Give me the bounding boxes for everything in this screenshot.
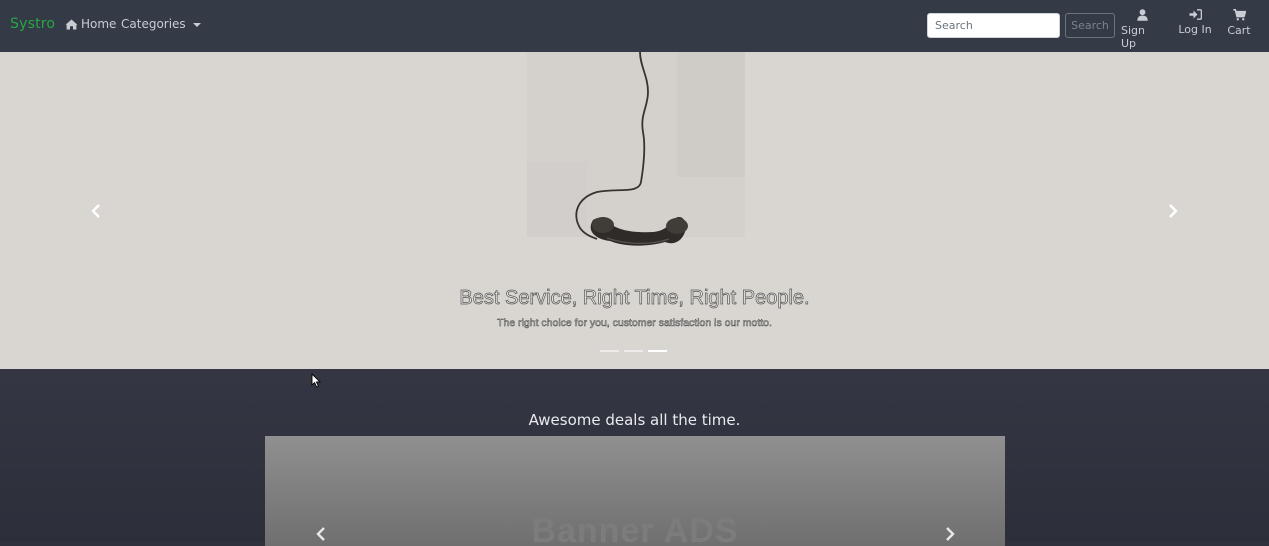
sign-up-label: Sign Up (1121, 24, 1145, 50)
carousel-next-icon[interactable] (1167, 204, 1179, 218)
mouse-cursor-icon (311, 373, 321, 388)
search-input[interactable] (927, 13, 1060, 38)
log-in-label: Log In (1178, 23, 1212, 36)
caret-down-icon (192, 22, 201, 27)
categories-label: Categories (121, 17, 186, 31)
hero-caption: The right choice for you, customer satis… (497, 317, 772, 330)
cart-link[interactable]: Cart (1226, 9, 1252, 37)
carousel-indicators (600, 350, 667, 352)
nav-home-label: Home (81, 17, 117, 31)
hero-title: Best Service, Right Time, Right People. (459, 287, 810, 310)
navbar: Systro Home Categories Search Sign Up Lo… (0, 0, 1269, 52)
banner-carousel: Banner ADS (265, 436, 1005, 546)
deals-heading: Awesome deals all the time. (528, 411, 741, 429)
banner-prev-icon[interactable] (315, 527, 327, 541)
banner-next-icon[interactable] (944, 527, 956, 541)
sign-up-link[interactable]: Sign Up (1121, 9, 1163, 50)
shopping-cart-icon (1232, 9, 1246, 21)
carousel-prev-icon[interactable] (90, 204, 102, 218)
cart-label: Cart (1227, 24, 1251, 37)
sign-in-icon (1189, 9, 1202, 20)
nav-home-link[interactable]: Home (65, 17, 116, 31)
carousel-indicator[interactable] (624, 350, 643, 352)
hero-telephone-image (527, 52, 745, 246)
home-icon (65, 19, 78, 29)
log-in-link[interactable]: Log In (1175, 9, 1215, 36)
hero-carousel: Best Service, Right Time, Right People. … (0, 52, 1269, 369)
carousel-indicator[interactable] (600, 350, 619, 352)
search-button[interactable]: Search (1065, 13, 1115, 38)
user-icon (1136, 9, 1148, 21)
categories-dropdown[interactable]: Categories (121, 17, 201, 31)
carousel-indicator-active[interactable] (648, 350, 667, 352)
brand-logo[interactable]: Systro (10, 16, 55, 32)
